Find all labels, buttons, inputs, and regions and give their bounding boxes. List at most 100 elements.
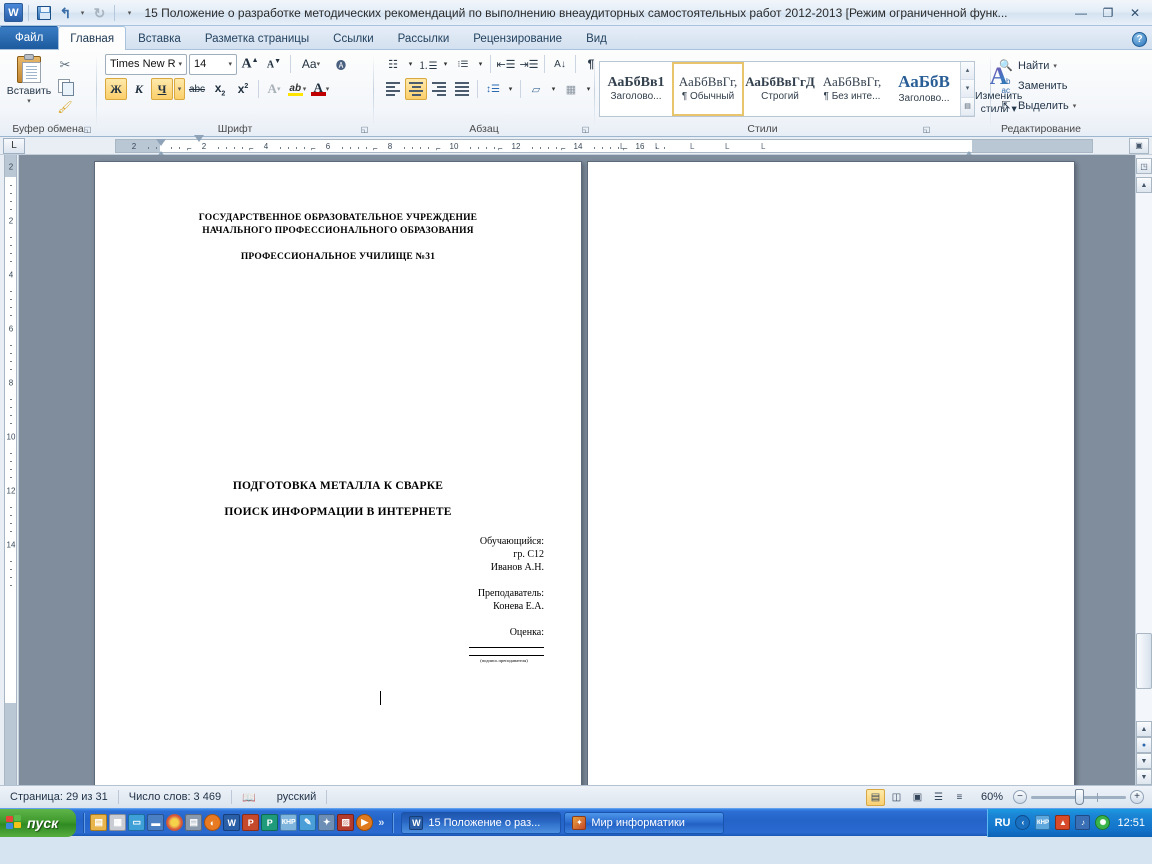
format-painter-button[interactable]: 🖌 [54, 97, 76, 117]
highlight-button[interactable]: ab ▾ [286, 78, 308, 100]
tab-page-layout[interactable]: Разметка страницы [193, 27, 321, 49]
shading-dropdown[interactable]: ▾ [548, 78, 559, 100]
font-dialog-launcher[interactable]: ◱ [359, 124, 370, 135]
paragraph-dialog-launcher[interactable]: ◱ [580, 124, 591, 135]
ruler-toggle-button[interactable]: ▣ [1129, 137, 1149, 154]
zoom-in-button[interactable]: + [1130, 790, 1144, 804]
select-button[interactable]: ⇱ Выделить ▾ [995, 96, 1082, 115]
ql-printer-icon[interactable]: ▦ [109, 814, 127, 831]
undo-button[interactable]: ↰ [56, 3, 75, 22]
browse-object-button[interactable]: ● [1136, 737, 1152, 753]
tab-references[interactable]: Ссылки [321, 27, 386, 49]
zoom-track[interactable] [1031, 788, 1126, 805]
bullets-button[interactable]: ☷ [382, 53, 404, 75]
ql-desktop-icon[interactable]: ▬ [147, 814, 165, 831]
styles-dialog-launcher[interactable]: ◱ [921, 124, 932, 135]
ql-editor-icon[interactable]: ▨ [337, 814, 355, 831]
increase-indent-button[interactable]: ⇥☰ [518, 53, 540, 75]
styles-more[interactable]: ▤ [961, 97, 974, 116]
view-outline-button[interactable]: ☰ [929, 789, 948, 806]
tab-triangle-marker[interactable] [194, 134, 204, 142]
italic-button[interactable]: К [128, 78, 150, 100]
word-count-indicator[interactable]: Число слов: 3 469 [119, 786, 231, 808]
align-left-button[interactable] [382, 78, 404, 100]
save-button[interactable] [34, 3, 53, 22]
ql-folder-icon[interactable]: ▤ [90, 814, 108, 831]
document-page-next[interactable]: 30 [587, 161, 1075, 785]
zoom-thumb[interactable] [1075, 788, 1084, 805]
zoom-slider[interactable]: − + [1013, 788, 1144, 805]
line-spacing-dropdown[interactable]: ▾ [505, 78, 516, 100]
shading-button[interactable]: ▱ [525, 78, 547, 100]
sound-tray-icon[interactable]: ♪ [1075, 815, 1091, 830]
tab-file[interactable]: Файл [0, 26, 59, 49]
underline-dropdown[interactable]: ▾ [174, 78, 185, 100]
numbering-dropdown[interactable]: ▾ [440, 53, 451, 75]
shrink-font-button[interactable]: A▼ [263, 53, 285, 75]
replace-button[interactable]: ab ac Заменить [995, 76, 1082, 95]
scroll-up-button[interactable]: ▲ [1136, 177, 1152, 193]
view-full-screen-reading-button[interactable]: ◫ [887, 789, 906, 806]
style-item-4[interactable]: АаБбВ Заголово... [888, 62, 960, 116]
scroll-thumb[interactable] [1136, 633, 1152, 689]
tab-stop-selector[interactable]: L [3, 137, 25, 154]
strikethrough-button[interactable]: abc [186, 78, 208, 100]
scroll-track[interactable] [1136, 193, 1152, 721]
copy-button[interactable] [54, 76, 76, 96]
styles-scroll-up[interactable]: ▴ [961, 61, 974, 80]
font-size-combo[interactable]: 14 ▾ [189, 53, 237, 75]
khp-tray-icon[interactable]: КНР [1035, 815, 1051, 830]
view-print-layout-button[interactable]: ▤ [865, 788, 885, 806]
ql-word-icon[interactable]: W [223, 814, 241, 831]
undo-dropdown[interactable]: ▾ [78, 3, 87, 22]
ql-firefox-icon[interactable]: ◐ [204, 814, 222, 831]
tab-insert[interactable]: Вставка [126, 27, 193, 49]
borders-dropdown[interactable]: ▾ [583, 78, 594, 100]
ql-khp-icon[interactable]: КНР [280, 814, 298, 831]
ql-publisher-icon[interactable]: P [261, 814, 279, 831]
zoom-out-button[interactable]: − [1013, 790, 1027, 804]
ql-media-icon[interactable]: ✦ [318, 814, 336, 831]
minimize-button[interactable]: — [1068, 3, 1094, 23]
text-effects-button[interactable]: A ▾ [263, 78, 285, 100]
restore-button[interactable]: ❐ [1095, 3, 1121, 23]
vertical-ruler[interactable]: 2 2 4 6 8 10 12 14 [0, 155, 19, 785]
style-item-0[interactable]: АаБбВв1 Заголово... [600, 62, 672, 116]
tab-home[interactable]: Главная [58, 26, 127, 50]
style-item-2[interactable]: АаБбВвГгД Строгий [744, 62, 816, 116]
bullets-dropdown[interactable]: ▾ [405, 53, 416, 75]
paste-dropdown-arrow[interactable]: ▾ [27, 97, 31, 105]
quick-launch-more-button[interactable]: » [375, 817, 387, 829]
tab-mailings[interactable]: Рассылки [386, 27, 462, 49]
word-app-icon[interactable]: W [4, 3, 23, 22]
align-center-button[interactable] [405, 78, 427, 100]
ql-powerpoint-icon[interactable]: P [242, 814, 260, 831]
line-spacing-button[interactable]: ↕☰ [482, 78, 504, 100]
multilevel-dropdown[interactable]: ▾ [475, 53, 486, 75]
find-button[interactable]: 🔍 Найти ▾ [995, 56, 1082, 75]
vertical-scrollbar[interactable]: ◳ ▲ ▲ ● ▼ ▼ [1135, 155, 1152, 785]
bold-button[interactable]: Ж [105, 78, 127, 100]
view-draft-button[interactable]: ≡ [950, 789, 969, 806]
taskbar-item-word[interactable]: W 15 Положение о раз... [401, 811, 562, 834]
clipboard-dialog-launcher[interactable]: ◱ [82, 124, 93, 135]
styles-scroll-down[interactable]: ▾ [961, 79, 974, 98]
style-item-3[interactable]: АаБбВвГг, ¶ Без инте... [816, 62, 888, 116]
multilevel-list-button[interactable]: ⁝☰ [452, 53, 474, 75]
paste-button[interactable]: Вставить ▾ [4, 53, 54, 105]
superscript-button[interactable]: x2 [232, 78, 254, 100]
start-button[interactable]: пуск [0, 808, 77, 837]
select-browse-object-button[interactable]: ◳ [1136, 158, 1152, 174]
show-hidden-icons-button[interactable]: ‹ [1015, 815, 1031, 830]
first-line-indent-marker[interactable] [156, 138, 166, 146]
scroll-down-button[interactable]: ▼ [1136, 769, 1152, 785]
underline-button[interactable]: Ч [151, 78, 173, 100]
help-button[interactable]: ? [1132, 32, 1147, 47]
ql-computer-icon[interactable]: ▭ [128, 814, 146, 831]
close-button[interactable]: ✕ [1122, 3, 1148, 23]
font-color-button[interactable]: A ▾ [309, 78, 331, 100]
previous-page-button[interactable]: ▲ [1136, 721, 1152, 737]
document-page-current[interactable]: ГОСУДАРСТВЕННОЕ ОБРАЗОВАТЕЛЬНОЕ УЧРЕЖДЕН… [94, 161, 582, 785]
sort-button[interactable]: А↓ [549, 53, 571, 75]
decrease-indent-button[interactable]: ⇤☰ [495, 53, 517, 75]
